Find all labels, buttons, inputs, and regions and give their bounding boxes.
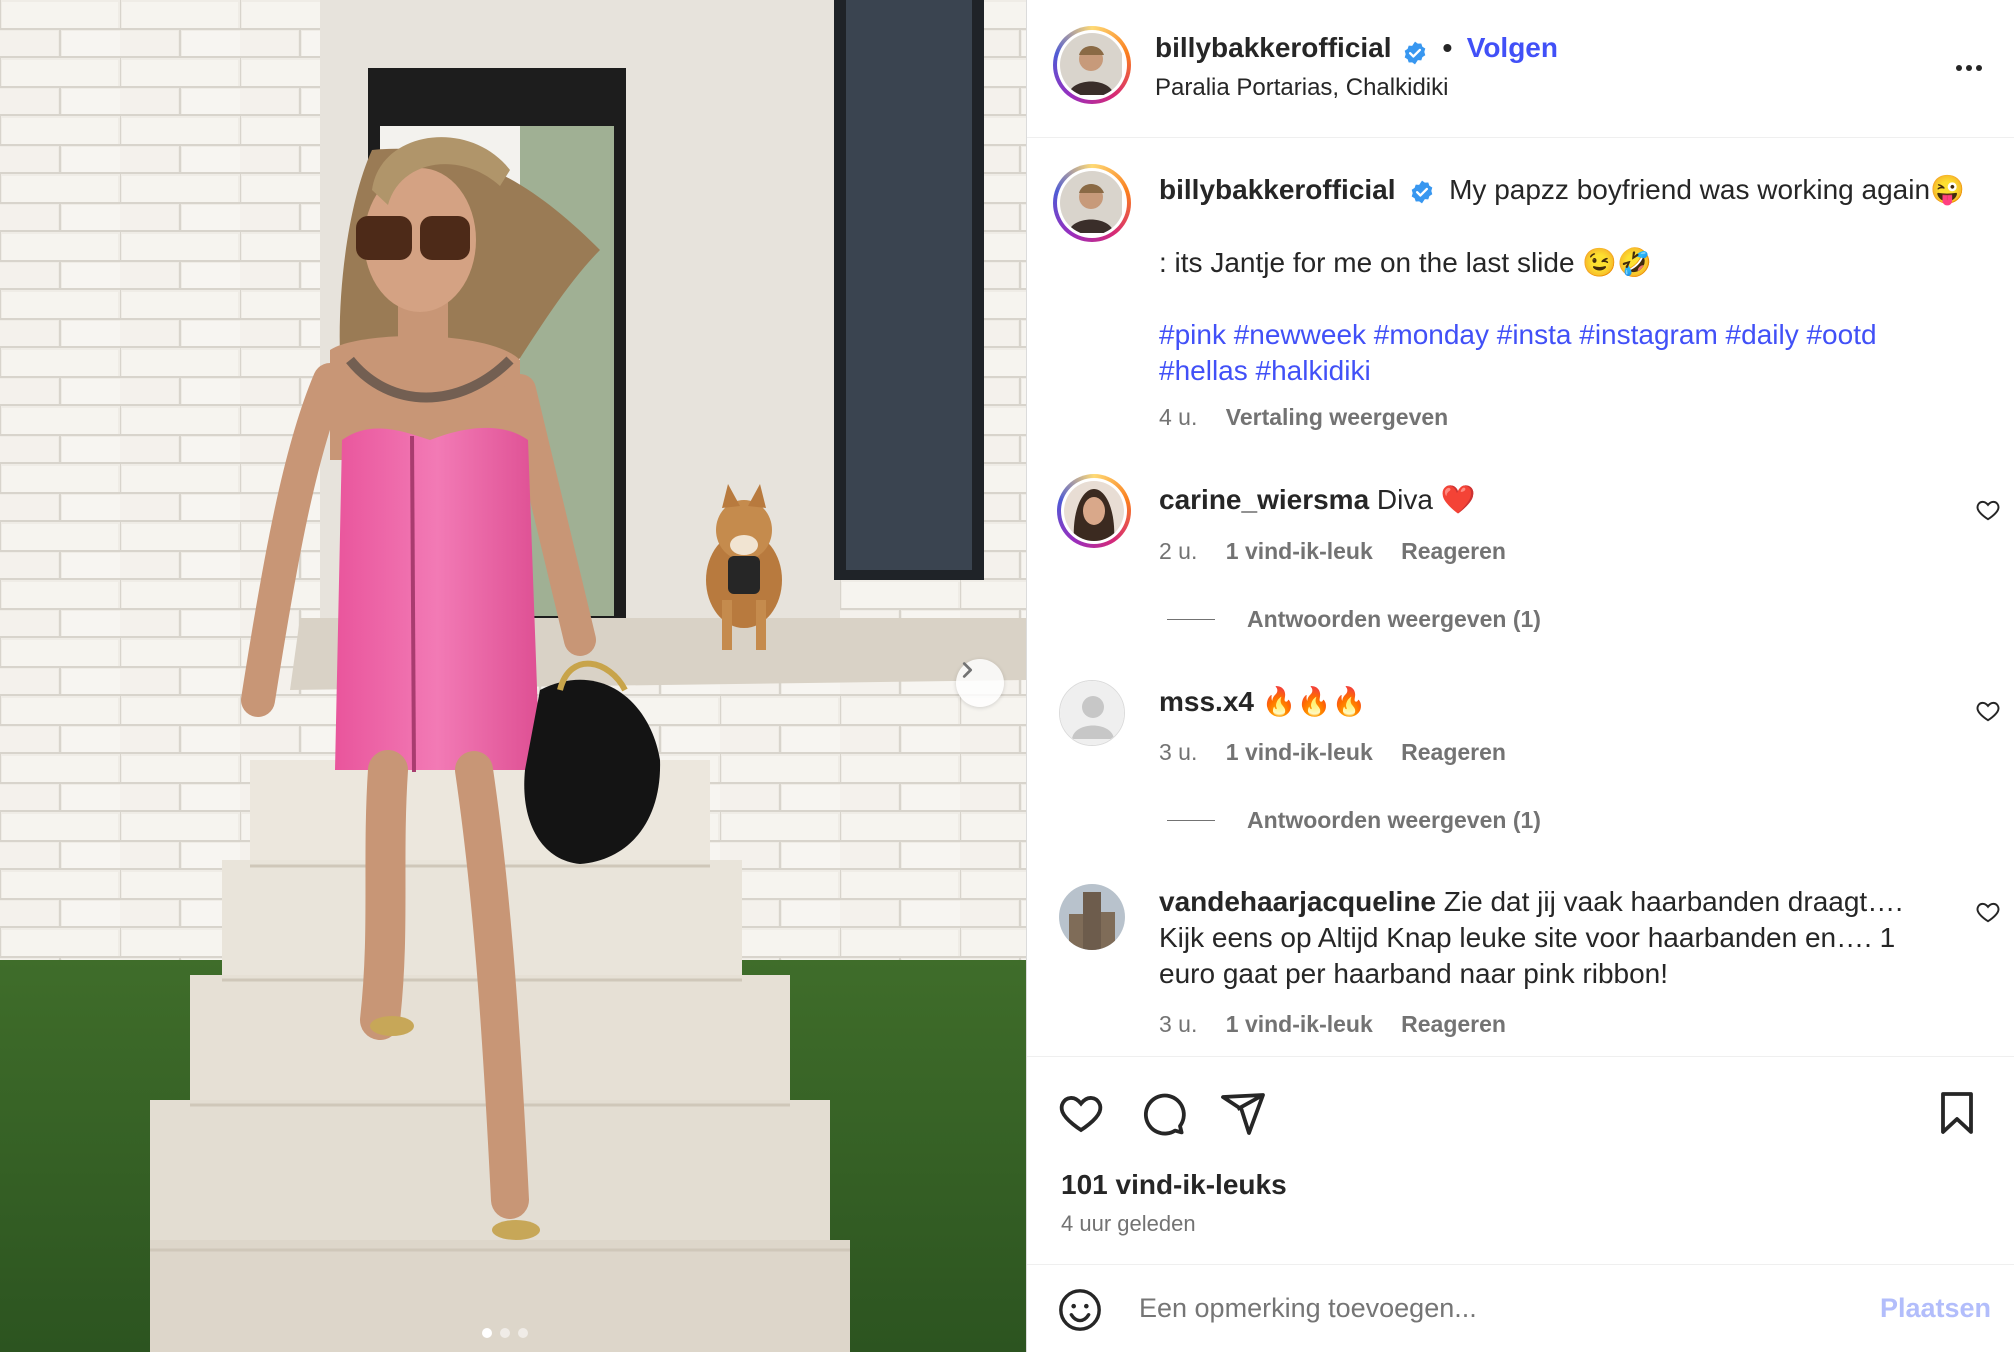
comment-text: 🔥🔥🔥: [1261, 686, 1367, 717]
author-avatar[interactable]: [1053, 26, 1131, 104]
reply-button[interactable]: Reageren: [1401, 538, 1506, 564]
share-icon[interactable]: [1219, 1089, 1267, 1137]
default-avatar-icon: [1060, 681, 1124, 745]
caption-hashtags-2[interactable]: #hellas #halkidiki: [1159, 353, 1371, 389]
post-photo[interactable]: [0, 0, 1026, 1352]
post-header: billybakkerofficial • Volgen Paralia Por…: [1027, 0, 2014, 138]
bookmark-icon[interactable]: [1933, 1089, 1981, 1137]
comment-likes[interactable]: 1 vind-ik-leuk: [1226, 538, 1373, 564]
replies-line: [1167, 619, 1215, 620]
chevron-right-icon: [962, 662, 973, 678]
view-replies-label: Antwoorden weergeven (1): [1247, 807, 1541, 833]
view-replies-1[interactable]: Antwoorden weergeven (1): [1167, 606, 1541, 633]
commenter-avatar-image: [1064, 481, 1124, 541]
comment-like-heart-icon[interactable]: [1975, 899, 2001, 925]
verified-badge-icon: [1412, 180, 1433, 203]
author-avatar-image: [1060, 33, 1122, 95]
comment-like-heart-icon[interactable]: [1975, 698, 2001, 724]
post-comment-button[interactable]: Plaatsen: [1880, 1293, 1991, 1324]
carousel-dot-active: [482, 1328, 492, 1338]
replies-line: [1167, 820, 1215, 821]
more-icon: [1956, 65, 1982, 71]
comment-avatar-mss[interactable]: [1059, 680, 1125, 746]
photo-illustration: [0, 0, 1026, 1352]
comment-icon[interactable]: [1139, 1089, 1187, 1137]
comment-2-body: mss.x4 🔥🔥🔥: [1159, 684, 1366, 720]
comment-2-meta: 3 u. 1 vind-ik-leuk Reageren: [1159, 739, 1506, 766]
comment-1-meta: 2 u. 1 vind-ik-leuk Reageren: [1159, 538, 1506, 565]
post-location[interactable]: Paralia Portarias, Chalkidiki: [1155, 74, 1448, 102]
comment-composer: Plaatsen: [1027, 1264, 2014, 1352]
verified-badge-icon: [1404, 41, 1426, 65]
posted-time: 4 uur geleden: [1061, 1211, 1196, 1236]
comment-1-body: carine_wiersma Diva ❤️: [1159, 482, 1476, 518]
comment-likes[interactable]: 1 vind-ik-leuk: [1226, 739, 1373, 765]
comment-avatar-carine[interactable]: [1057, 474, 1131, 548]
caption-time: 4 u.: [1159, 404, 1198, 430]
comment-username[interactable]: carine_wiersma: [1159, 484, 1369, 515]
reply-button[interactable]: Reageren: [1401, 1011, 1506, 1037]
comment-time: 2 u.: [1159, 538, 1198, 564]
caption-line-2: : its Jantje for me on the last slide 😉🤣: [1159, 247, 1653, 278]
caption-author-avatar[interactable]: [1053, 164, 1131, 242]
caption-hashtags-1[interactable]: #pink #newweek #monday #insta #instagram…: [1159, 317, 1877, 353]
translate-link[interactable]: Vertaling weergeven: [1226, 404, 1448, 430]
caption-line-1: billybakkerofficial My papzz boyfriend w…: [1159, 172, 1989, 208]
caption-meta: 4 u. Vertaling weergeven: [1159, 404, 1448, 431]
comment-avatar-vandehaar[interactable]: [1059, 884, 1125, 950]
separator-dot: •: [1442, 32, 1453, 63]
comment-likes[interactable]: 1 vind-ik-leuk: [1226, 1011, 1373, 1037]
carousel-indicator: [482, 1328, 528, 1338]
carousel-dot: [500, 1328, 510, 1338]
caption-avatar-image: [1060, 171, 1122, 233]
carousel-dot: [518, 1328, 528, 1338]
comment-text-line-1: Zie dat jij vaak haarbanden draagt….: [1443, 886, 1903, 917]
comment-3-body: vandehaarjacqueline Zie dat jij vaak haa…: [1159, 884, 1989, 992]
caption-username[interactable]: billybakkerofficial: [1159, 174, 1396, 205]
caption-text: My papzz boyfriend was working again😜: [1449, 174, 1965, 205]
comment-username[interactable]: mss.x4: [1159, 686, 1254, 717]
header-title-row: billybakkerofficial • Volgen: [1155, 32, 1558, 66]
comment-time: 3 u.: [1159, 739, 1198, 765]
author-username[interactable]: billybakkerofficial: [1155, 32, 1392, 63]
like-heart-icon[interactable]: [1057, 1089, 1105, 1137]
next-slide-button[interactable]: [956, 659, 1004, 707]
view-replies-2[interactable]: Antwoorden weergeven (1): [1167, 807, 1541, 834]
comment-text-line-2: Kijk eens op Altijd Knap leuke site voor…: [1159, 922, 1896, 953]
comment-input[interactable]: [1139, 1293, 1839, 1324]
commenter-avatar-image: [1059, 884, 1125, 950]
emoji-icon[interactable]: [1057, 1287, 1103, 1333]
comment-text-line-3: euro gaat per haarband naar pink ribbon!: [1159, 958, 1669, 989]
comment-time: 3 u.: [1159, 1011, 1198, 1037]
post-details-panel: billybakkerofficial • Volgen Paralia Por…: [1026, 0, 2014, 1352]
follow-button[interactable]: Volgen: [1467, 32, 1558, 63]
comment-text: Diva ❤️: [1376, 484, 1476, 515]
likes-count[interactable]: 101 vind-ik-leuks: [1061, 1169, 1287, 1201]
view-replies-label: Antwoorden weergeven (1): [1247, 606, 1541, 632]
comment-like-heart-icon[interactable]: [1975, 497, 2001, 523]
comment-3-meta: 3 u. 1 vind-ik-leuk Reageren: [1159, 1011, 1506, 1038]
reply-button[interactable]: Reageren: [1401, 739, 1506, 765]
comment-username[interactable]: vandehaarjacqueline: [1159, 886, 1436, 917]
more-options-button[interactable]: [1949, 48, 1989, 88]
